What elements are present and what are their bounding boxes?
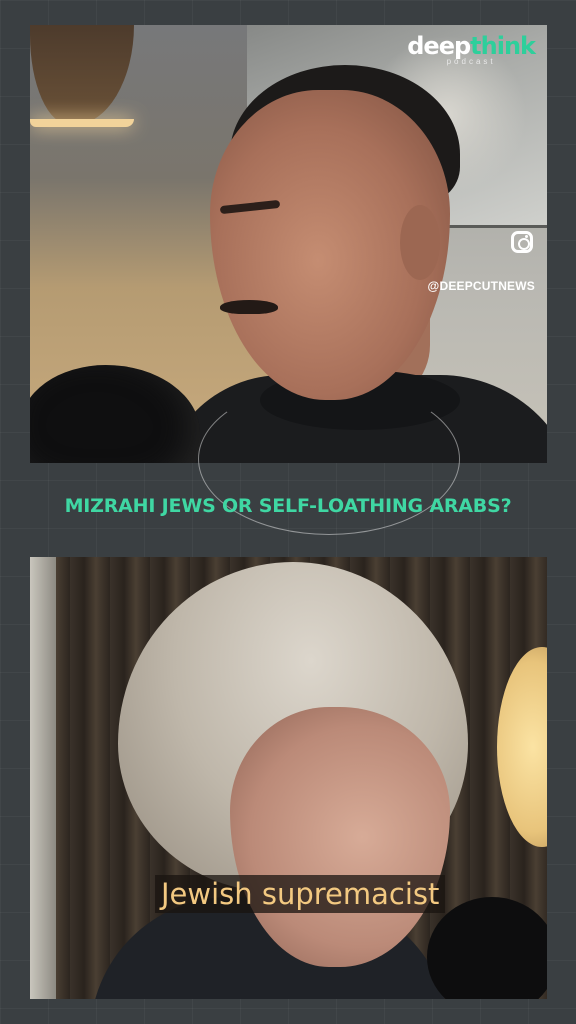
speaker-ear [400,205,440,280]
window-light [30,557,56,999]
social-handle: @DEEPCUTNEWS [427,279,535,293]
headline-text: MIZRAHI JEWS OR SELF-LOATHING ARABS? [64,495,512,517]
bottom-video-panel: Jewish supremacist [30,557,547,999]
headline-bar: MIZRAHI JEWS OR SELF-LOATHING ARABS? [0,383,576,557]
podcast-logo: deepthink podcast [407,32,536,66]
logo-primary: deep [407,32,471,60]
lamp-light [30,119,134,127]
instagram-icon [511,231,533,253]
subtitle-caption: Jewish supremacist [155,875,446,913]
speaker-mustache [220,300,278,314]
logo-wordmark: deepthink [407,32,536,60]
logo-accent: think [470,32,536,60]
